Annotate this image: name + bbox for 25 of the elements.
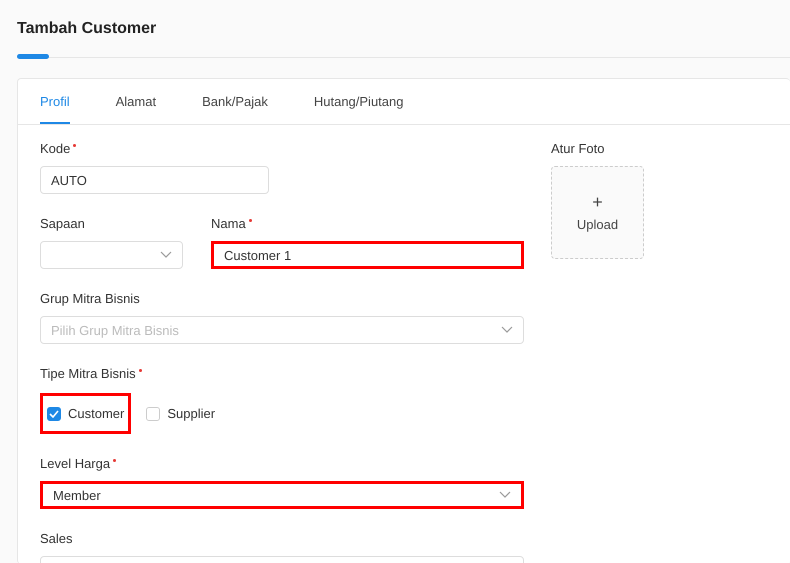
field-label: Level Harga [40,456,110,471]
checkbox-option[interactable]: Customer [40,393,132,434]
select-field[interactable]: Member [40,481,524,509]
input-field[interactable]: AUTO [40,166,269,194]
tab[interactable]: Hutang/Piutang [290,79,426,124]
tab[interactable]: Bank/Pajak [179,79,291,124]
photo-label: Atur Foto [551,141,606,158]
check-icon [49,410,59,418]
field-label: Nama [211,216,246,231]
title-accent-bar [17,54,49,59]
input-field[interactable]: Customer 1 [211,241,524,269]
field-label: Sales [40,531,73,546]
field-label: Tipe Mitra Bisnis [40,366,136,381]
upload-button[interactable]: + Upload [551,166,644,259]
chevron-down-icon [499,491,511,499]
field-label: Grup Mitra Bisnis [40,291,140,306]
field-label: Kode [40,141,70,156]
checkbox-option[interactable]: Supplier [139,393,222,434]
tab[interactable]: Alamat [92,79,180,124]
select-field[interactable] [40,241,183,269]
chevron-down-icon [160,251,172,259]
field-label: Sapaan [40,216,85,231]
chevron-down-icon [501,326,513,334]
page-title: Tambah Customer [17,20,158,39]
tab[interactable]: Profil [40,79,70,124]
